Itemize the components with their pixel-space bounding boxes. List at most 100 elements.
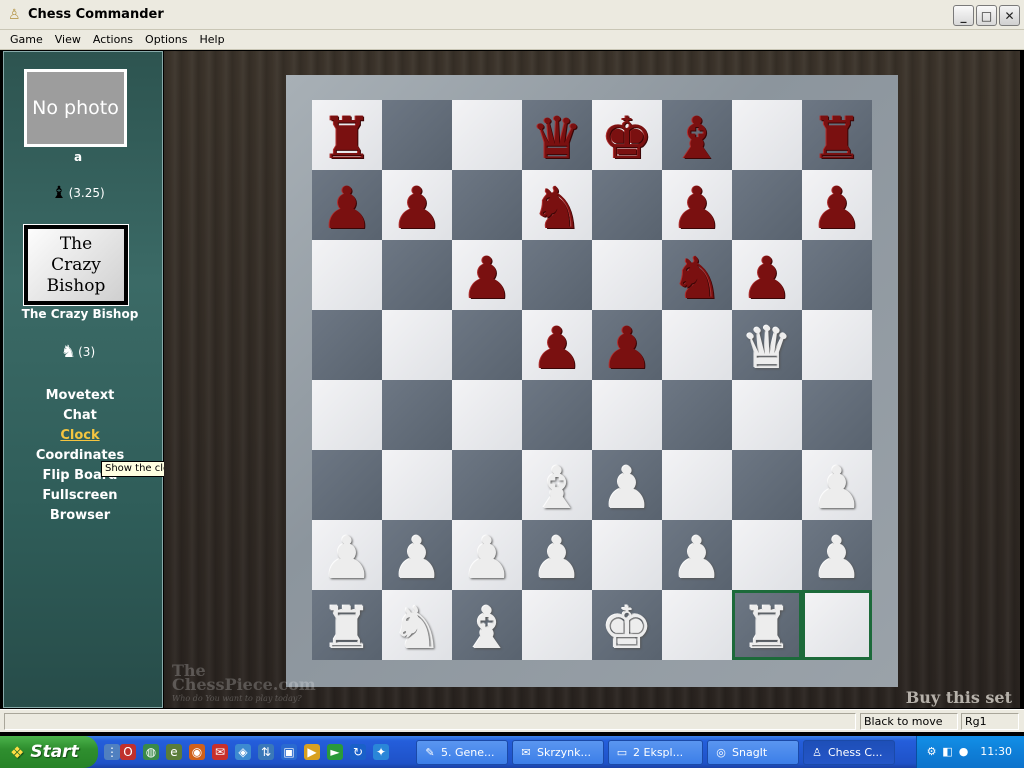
square-g4[interactable] <box>732 380 802 450</box>
menu-options[interactable]: Options <box>139 33 193 46</box>
black-pawn-g6[interactable]: ♟ <box>732 240 802 310</box>
globe-icon[interactable]: ◍ <box>143 744 159 760</box>
link-clock[interactable]: Clock <box>4 426 156 446</box>
close-button[interactable]: ✕ <box>999 5 1020 26</box>
square-f5[interactable] <box>662 310 732 380</box>
square-g8[interactable] <box>732 100 802 170</box>
task-explorer[interactable]: ▭ 2 Ekspl... <box>608 740 703 765</box>
white-pawn-h2[interactable]: ♟ <box>802 520 872 590</box>
folder-icon[interactable]: ▣ <box>281 744 297 760</box>
media-icon[interactable]: ▶ <box>304 744 320 760</box>
black-pawn-f7[interactable]: ♟ <box>662 170 732 240</box>
vlc-icon[interactable]: ◈ <box>235 744 251 760</box>
volume-icon[interactable]: ◧ <box>941 745 954 758</box>
white-pawn-d2[interactable]: ♟ <box>522 520 592 590</box>
square-a5[interactable] <box>312 310 382 380</box>
white-pawn-f2[interactable]: ♟ <box>662 520 732 590</box>
square-a3[interactable] <box>312 450 382 520</box>
black-rook-h8[interactable]: ♜ <box>802 100 872 170</box>
black-pawn-b7[interactable]: ♟ <box>382 170 452 240</box>
white-king-e1[interactable]: ♚ <box>592 590 662 660</box>
square-d1[interactable] <box>522 590 592 660</box>
square-f3[interactable] <box>662 450 732 520</box>
menu-help[interactable]: Help <box>194 33 231 46</box>
square-c3[interactable] <box>452 450 522 520</box>
start-button[interactable]: ❖ Start <box>0 736 98 768</box>
black-knight-d7[interactable]: ♞ <box>522 170 592 240</box>
square-e4[interactable] <box>592 380 662 450</box>
square-h5[interactable] <box>802 310 872 380</box>
black-queen-d8[interactable]: ♛ <box>522 100 592 170</box>
square-c5[interactable] <box>452 310 522 380</box>
minimize-button[interactable]: _ <box>953 5 974 26</box>
opera-icon[interactable]: O <box>120 744 136 760</box>
link-movetext[interactable]: Movetext <box>4 386 156 406</box>
square-h1[interactable] <box>802 590 872 660</box>
maximize-button[interactable]: □ <box>976 5 997 26</box>
square-b4[interactable] <box>382 380 452 450</box>
black-rook-a8[interactable]: ♜ <box>312 100 382 170</box>
square-e7[interactable] <box>592 170 662 240</box>
black-pawn-e5[interactable]: ♟ <box>592 310 662 380</box>
link-browser[interactable]: Browser <box>4 506 156 526</box>
ftp-icon[interactable]: ⇅ <box>258 744 274 760</box>
white-pawn-c2[interactable]: ♟ <box>452 520 522 590</box>
black-knight-f6[interactable]: ♞ <box>662 240 732 310</box>
white-rook-a1[interactable]: ♜ <box>312 590 382 660</box>
square-g3[interactable] <box>732 450 802 520</box>
network-icon[interactable]: ⚙ <box>925 745 938 758</box>
square-c4[interactable] <box>452 380 522 450</box>
white-pawn-e3[interactable]: ♟ <box>592 450 662 520</box>
white-rook-g1[interactable]: ♜ <box>732 590 802 660</box>
square-h4[interactable] <box>802 380 872 450</box>
white-knight-b1[interactable]: ♞ <box>382 590 452 660</box>
task-chess-commander[interactable]: ♙ Chess C... <box>803 740 895 765</box>
black-king-e8[interactable]: ♚ <box>592 100 662 170</box>
task-snagit[interactable]: ◎ SnagIt <box>707 740 799 765</box>
monitor-icon[interactable]: ● <box>957 745 970 758</box>
white-pawn-a2[interactable]: ♟ <box>312 520 382 590</box>
square-b3[interactable] <box>382 450 452 520</box>
chess-board[interactable]: ♜ ♛ ♚ ♝ ♜ ♟ ♟ ♞ ♟ ♟ ♟ ♞ ♟ ♟ ♟ ♛ ♝ ♟ ♟ ♟ ♟ ♟ ♟ ♟ ♟ ♜ ♞ ♝ ♚ ♜ <box>312 100 872 660</box>
square-c7[interactable] <box>452 170 522 240</box>
square-c8[interactable] <box>452 100 522 170</box>
square-f1[interactable] <box>662 590 732 660</box>
square-d6[interactable] <box>522 240 592 310</box>
square-b5[interactable] <box>382 310 452 380</box>
square-a6[interactable] <box>312 240 382 310</box>
ie-icon[interactable]: e <box>166 744 182 760</box>
link-chat[interactable]: Chat <box>4 406 156 426</box>
link-fullscreen[interactable]: Fullscreen <box>4 486 156 506</box>
square-b8[interactable] <box>382 100 452 170</box>
messenger-icon[interactable]: ✦ <box>373 744 389 760</box>
square-f4[interactable] <box>662 380 732 450</box>
white-pawn-h3[interactable]: ♟ <box>802 450 872 520</box>
black-pawn-c6[interactable]: ♟ <box>452 240 522 310</box>
white-bishop-c1[interactable]: ♝ <box>452 590 522 660</box>
square-g7[interactable] <box>732 170 802 240</box>
task-mail[interactable]: ✉ Skrzynk... <box>512 740 604 765</box>
black-pawn-a7[interactable]: ♟ <box>312 170 382 240</box>
firefox-icon[interactable]: ◉ <box>189 744 205 760</box>
refresh-icon[interactable]: ↻ <box>350 744 366 760</box>
square-d4[interactable] <box>522 380 592 450</box>
square-a4[interactable] <box>312 380 382 450</box>
square-g2[interactable] <box>732 520 802 590</box>
square-e6[interactable] <box>592 240 662 310</box>
black-pawn-d5[interactable]: ♟ <box>522 310 592 380</box>
black-bishop-f8[interactable]: ♝ <box>662 100 732 170</box>
white-bishop-d3[interactable]: ♝ <box>522 450 592 520</box>
black-pawn-h7[interactable]: ♟ <box>802 170 872 240</box>
buy-this-set-link[interactable]: Buy this set <box>906 688 1012 707</box>
square-e2[interactable] <box>592 520 662 590</box>
square-h6[interactable] <box>802 240 872 310</box>
task-document[interactable]: ✎ 5. Gene... <box>416 740 508 765</box>
white-pawn-b2[interactable]: ♟ <box>382 520 452 590</box>
mail-icon[interactable]: ✉ <box>212 744 228 760</box>
menu-view[interactable]: View <box>49 33 87 46</box>
play-icon[interactable]: ► <box>327 744 343 760</box>
white-queen-g5[interactable]: ♛ <box>732 310 802 380</box>
square-b6[interactable] <box>382 240 452 310</box>
menu-actions[interactable]: Actions <box>87 33 139 46</box>
menu-game[interactable]: Game <box>4 33 49 46</box>
